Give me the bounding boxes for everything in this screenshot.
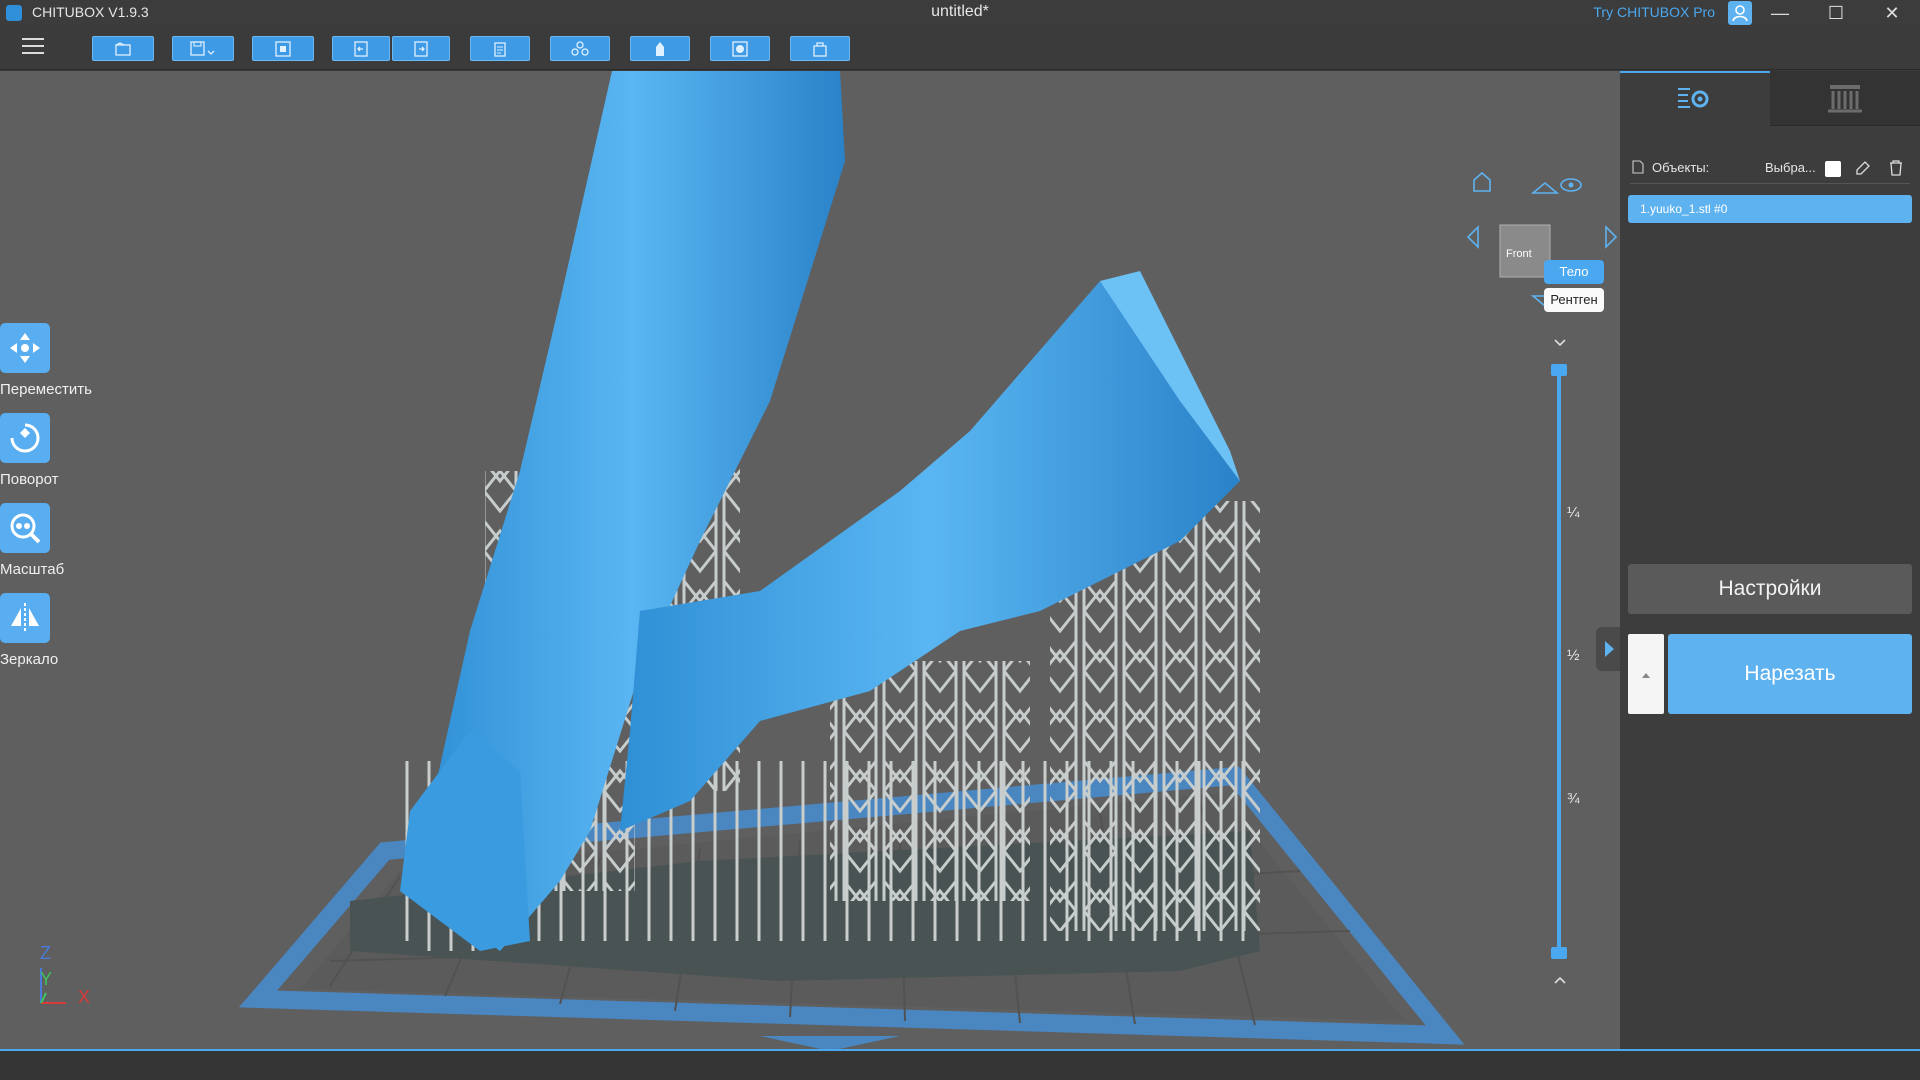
edit-icon[interactable] (1855, 160, 1871, 176)
caret-up-icon (1642, 673, 1650, 678)
home-view-icon (1473, 171, 1491, 192)
mirror-label: Зеркало (0, 651, 59, 668)
rotate-icon[interactable] (0, 413, 50, 463)
scale-tool[interactable]: Масштаб (0, 503, 100, 578)
body-mode-button[interactable]: Тело (1544, 260, 1604, 284)
rotate-tool[interactable]: Поворот (0, 413, 100, 488)
move-icon[interactable] (0, 323, 50, 373)
mirror-icon[interactable] (0, 593, 50, 643)
clipboard-icon (494, 41, 506, 57)
tab-library[interactable] (1770, 71, 1920, 126)
slice-button[interactable]: Нарезать (1668, 634, 1912, 714)
save-icon (190, 40, 215, 56)
import-icon (275, 40, 291, 57)
title-bar: CHITUBOX V1.9.3 untitled* Try CHITUBOX P… (0, 0, 1920, 26)
slice-options-button[interactable] (1628, 634, 1664, 714)
maximize-button[interactable]: ☐ (1808, 0, 1864, 26)
hollow-icon (732, 40, 748, 57)
support-button[interactable] (630, 36, 690, 61)
print-button[interactable] (790, 36, 850, 61)
objects-header: Объекты: Выбра... (1630, 157, 1920, 181)
main-toolbar (0, 26, 1920, 70)
arrange-icon (571, 40, 589, 56)
layer-slider-track[interactable] (1557, 371, 1561, 957)
undo-icon (354, 40, 368, 57)
objects-divider (1630, 183, 1910, 184)
3d-viewport[interactable]: Переместить Поворот Масштаб Зеркало Z Y … (0, 71, 1620, 1049)
try-pro-link[interactable]: Try CHITUBOX Pro (1593, 4, 1715, 20)
settings-tab-icon (1678, 88, 1709, 108)
scale-icon[interactable] (0, 503, 50, 553)
right-panel: Объекты: Выбра... 1.yuuko_1.stl #0 Настр… (1620, 71, 1920, 1049)
layer-collapse-chevron-icon[interactable] (1553, 336, 1567, 350)
layer-three-quarter-mark: ¾ (1567, 790, 1580, 807)
model-scene[interactable] (0, 71, 1620, 1049)
object-list-item[interactable]: 1.yuuko_1.stl #0 (1628, 195, 1912, 223)
user-icon[interactable] (1728, 1, 1752, 25)
layer-slider-bottom-handle[interactable] (1551, 947, 1567, 959)
axis-gizmo: Z Y X (36, 943, 106, 1013)
status-bar (0, 1049, 1920, 1080)
layer-quarter-mark: ¼ (1567, 504, 1580, 521)
mirror-tool[interactable]: Зеркало (0, 593, 100, 668)
view-left-icon (1466, 225, 1479, 249)
arrange-button[interactable] (550, 36, 610, 61)
navcube-face-label[interactable]: Front (1506, 248, 1532, 260)
view-navigator: Front (1458, 151, 1620, 311)
objects-label: Объекты: (1652, 160, 1710, 175)
panel-collapse-toggle[interactable] (1596, 627, 1620, 671)
import-button[interactable] (252, 36, 314, 61)
document-icon (1632, 160, 1644, 174)
layer-slider-top-handle[interactable] (1551, 364, 1567, 376)
open-file-button[interactable] (92, 36, 154, 61)
clipboard-button[interactable] (470, 36, 530, 61)
move-tool[interactable]: Переместить (0, 323, 100, 398)
layer-half-mark: ½ (1567, 647, 1580, 664)
rotate-label: Поворот (0, 471, 59, 488)
axis-y-label: Y (40, 969, 53, 989)
minimize-button[interactable]: — (1752, 0, 1808, 26)
library-tab-icon (1828, 85, 1862, 113)
select-all-checkbox[interactable] (1825, 161, 1841, 177)
close-button[interactable]: ✕ (1864, 0, 1920, 26)
hollow-button[interactable] (710, 36, 770, 61)
panel-toggle-arrow-icon (1605, 641, 1614, 657)
scale-label: Масштаб (0, 561, 65, 578)
redo-button[interactable] (392, 36, 450, 61)
redo-icon (414, 40, 428, 57)
hamburger-menu-icon[interactable] (22, 38, 44, 56)
save-button[interactable] (172, 36, 234, 61)
axis-z-label: Z (40, 943, 51, 963)
xray-mode-button[interactable]: Рентген (1544, 288, 1604, 312)
layer-expand-chevron-icon[interactable] (1553, 973, 1567, 987)
tab-settings[interactable] (1620, 71, 1770, 126)
delete-icon[interactable] (1888, 160, 1904, 176)
view-up-icon (1530, 181, 1560, 194)
axis-x-label: X (78, 987, 91, 1007)
view-right-icon (1605, 225, 1618, 249)
support-icon (656, 41, 664, 56)
move-label: Переместить (0, 381, 92, 398)
select-all-label: Выбра... (1765, 160, 1816, 175)
settings-button[interactable]: Настройки (1628, 564, 1912, 614)
undo-button[interactable] (332, 36, 390, 61)
print-icon (813, 41, 827, 57)
open-file-icon (115, 41, 131, 56)
